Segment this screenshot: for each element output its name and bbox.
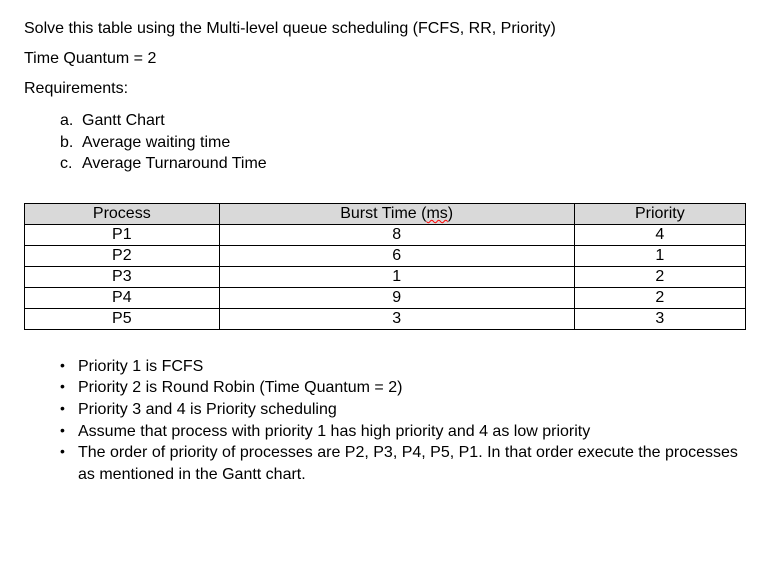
note-item: Priority 1 is FCFS [60,356,746,378]
cell-priority: 2 [574,266,745,287]
table-row: P2 6 1 [25,245,746,266]
cell-burst: 8 [219,224,574,245]
cell-priority: 3 [574,308,745,329]
header-process: Process [25,203,220,224]
header-burst-unit: ms [426,205,447,222]
cell-priority: 4 [574,224,745,245]
header-burst-prefix: Burst Time ( [340,205,426,222]
table-header-row: Process Burst Time (ms) Priority [25,203,746,224]
table-row: P3 1 2 [25,266,746,287]
list-marker: a. [60,110,82,132]
cell-process: P4 [25,287,220,308]
cell-burst: 1 [219,266,574,287]
requirements-list: a.Gantt Chart b.Average waiting time c.A… [24,110,746,175]
list-marker: c. [60,153,82,175]
cell-process: P1 [25,224,220,245]
cell-process: P2 [25,245,220,266]
problem-title: Solve this table using the Multi-level q… [24,20,746,38]
cell-burst: 9 [219,287,574,308]
requirements-label: Requirements: [24,80,746,98]
header-burst-suffix: ) [448,205,453,222]
cell-process: P5 [25,308,220,329]
table-row: P4 9 2 [25,287,746,308]
cell-burst: 3 [219,308,574,329]
time-quantum: Time Quantum = 2 [24,50,746,68]
table-row: P1 8 4 [25,224,746,245]
list-text: Gantt Chart [82,112,165,129]
list-item: a.Gantt Chart [60,110,746,132]
cell-burst: 6 [219,245,574,266]
list-marker: b. [60,132,82,154]
header-burst-time: Burst Time (ms) [219,203,574,224]
note-item: Priority 3 and 4 is Priority scheduling [60,399,746,421]
list-text: Average waiting time [82,134,230,151]
note-item: The order of priority of processes are P… [60,442,746,485]
list-item: c.Average Turnaround Time [60,153,746,175]
list-item: b.Average waiting time [60,132,746,154]
cell-priority: 1 [574,245,745,266]
cell-priority: 2 [574,287,745,308]
notes-list: Priority 1 is FCFS Priority 2 is Round R… [24,356,746,486]
list-text: Average Turnaround Time [82,155,267,172]
table-row: P5 3 3 [25,308,746,329]
cell-process: P3 [25,266,220,287]
note-item: Assume that process with priority 1 has … [60,421,746,443]
header-priority: Priority [574,203,745,224]
note-item: Priority 2 is Round Robin (Time Quantum … [60,377,746,399]
process-table: Process Burst Time (ms) Priority P1 8 4 … [24,203,746,330]
